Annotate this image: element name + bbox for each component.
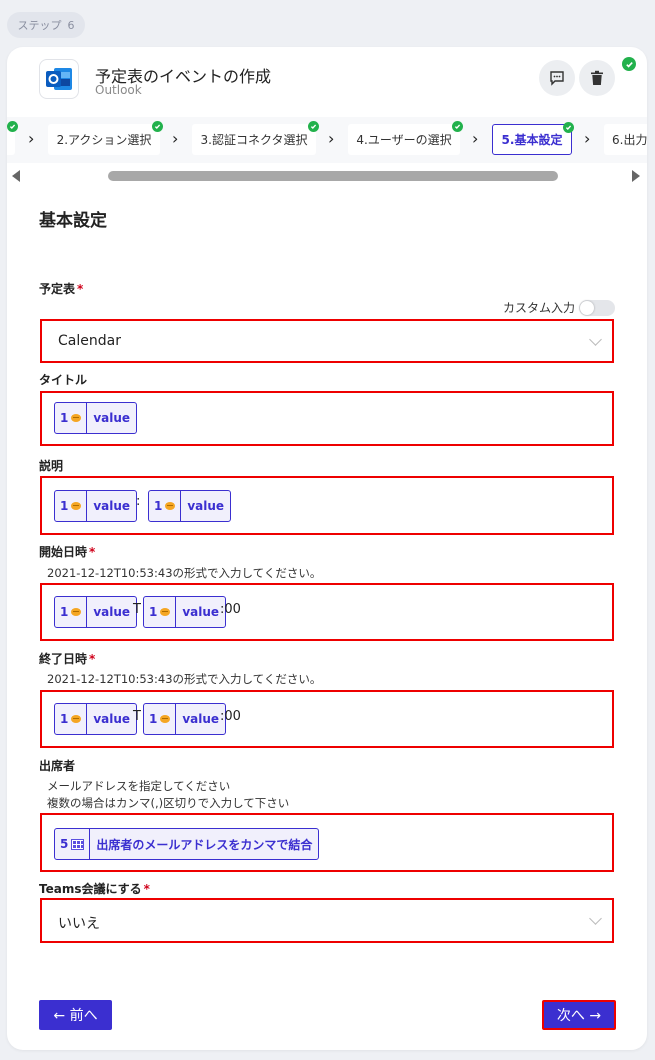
start-datetime-label: 開始日時 * — [39, 545, 96, 559]
step-done-icon — [152, 121, 163, 132]
title-label: タイトル — [39, 373, 88, 387]
chevron-right-icon: › — [172, 129, 179, 148]
coin-icon — [71, 502, 82, 510]
coin-icon — [160, 608, 171, 616]
chevron-right-icon: › — [328, 129, 335, 148]
step-done-icon — [308, 121, 319, 132]
step-done-icon — [563, 122, 574, 133]
section-title: 基本設定 — [39, 211, 107, 231]
coin-icon — [71, 414, 82, 422]
scroll-left-icon[interactable] — [12, 170, 20, 182]
step-label: 5.基本設定 — [501, 133, 563, 147]
step-action-select[interactable]: 2.アクション選択 — [48, 121, 163, 155]
end-datetime-hint: 2021-12-12T10:53:43の形式で入力してください。 — [47, 672, 322, 686]
variable-chip[interactable]: 1 value — [54, 402, 138, 434]
calendar-label: 予定表 * — [39, 282, 84, 296]
teams-meeting-label: Teams会議にする * — [39, 882, 150, 896]
chevron-down-icon — [589, 912, 602, 925]
prev-button[interactable]: ← 前へ — [39, 1000, 112, 1030]
step-done-icon — [7, 121, 18, 132]
table-icon — [71, 838, 85, 850]
step-done-icon — [452, 121, 463, 132]
action-subtitle: Outlook — [95, 83, 142, 97]
calendar-select-value: Calendar — [58, 333, 121, 349]
step-pill: ステップ 6 — [7, 12, 85, 38]
attendees-label: 出席者 — [39, 759, 76, 773]
custom-input-label: カスタム入力 — [503, 301, 576, 315]
delete-button[interactable] — [579, 60, 615, 96]
chevron-right-icon: › — [28, 129, 35, 148]
next-button[interactable]: 次へ → — [542, 1000, 616, 1030]
comment-icon — [550, 71, 564, 86]
scroll-right-icon[interactable] — [632, 170, 640, 182]
variable-chip[interactable]: 1 value — [143, 703, 227, 735]
calendar-select[interactable]: Calendar — [40, 319, 614, 363]
chevron-right-icon: › — [472, 129, 479, 148]
attendees-hint-2: 複数の場合はカンマ(,)区切りで入力して下さい — [47, 796, 290, 810]
step-label: 3.認証コネクタ選択 — [200, 133, 308, 147]
step-label: 6.出力設定 — [612, 133, 647, 147]
step-connector-select[interactable]: 3.認証コネクタ選択 — [192, 121, 319, 155]
step-1-partial[interactable] — [7, 121, 18, 155]
custom-input-toggle[interactable]: カスタム入力 — [503, 299, 616, 316]
status-check-icon — [622, 57, 636, 71]
step-scrollbar[interactable] — [7, 167, 647, 185]
teams-meeting-select[interactable]: いいえ — [40, 898, 614, 943]
attendees-input[interactable]: 5 出席者のメールアドレスをカンマで結合 — [40, 813, 614, 872]
chevron-down-icon — [589, 333, 602, 346]
step-navigation: › 2.アクション選択 › 3.認証コネクタ選択 › 4.ユーザーの選択 › 5… — [7, 117, 647, 163]
action-card: 予定表のイベントの作成 Outlook › 2.アクション選択 › 3.認証コネ… — [7, 47, 647, 1050]
step-pill-number: 6 — [67, 18, 75, 32]
comment-button[interactable] — [539, 60, 575, 96]
step-label: 4.ユーザーの選択 — [356, 133, 452, 147]
card-header: 予定表のイベントの作成 Outlook — [7, 47, 647, 117]
end-datetime-label: 終了日時 * — [39, 652, 96, 666]
description-label: 説明 — [39, 459, 64, 473]
variable-chip[interactable]: 5 出席者のメールアドレスをカンマで結合 — [54, 828, 320, 860]
coin-icon — [71, 608, 82, 616]
coin-icon — [165, 502, 176, 510]
end-datetime-input[interactable]: 1 value T 1 value :00 — [40, 690, 614, 748]
attendees-hint-1: メールアドレスを指定してください — [47, 779, 231, 793]
trash-icon — [591, 70, 603, 85]
step-basic-settings[interactable]: 5.基本設定 — [492, 122, 574, 155]
suffix-text: :00 — [220, 709, 241, 724]
variable-chip[interactable]: 1 value — [148, 490, 232, 522]
description-input[interactable]: 1 value : 1 value — [40, 476, 614, 535]
coin-icon — [71, 715, 82, 723]
step-pill-label: ステップ — [17, 19, 62, 32]
title-input[interactable]: 1 value — [40, 391, 614, 446]
chevron-right-icon: › — [584, 129, 591, 148]
separator-text: : — [136, 494, 141, 509]
outlook-logo-icon — [39, 59, 79, 99]
suffix-text: :00 — [220, 602, 241, 617]
step-label: 2.アクション選択 — [56, 133, 152, 147]
start-datetime-hint: 2021-12-12T10:53:43の形式で入力してください。 — [47, 566, 322, 580]
step-output-settings[interactable]: 6.出力設定 — [604, 124, 647, 155]
toggle-switch[interactable] — [579, 299, 616, 316]
scroll-thumb[interactable] — [108, 171, 558, 181]
start-datetime-input[interactable]: 1 value T 1 value :00 — [40, 583, 614, 641]
step-user-select[interactable]: 4.ユーザーの選択 — [348, 121, 463, 155]
separator-text: T — [133, 709, 141, 724]
variable-chip[interactable]: 1 value — [143, 596, 227, 628]
variable-chip[interactable]: 1 value — [54, 596, 138, 628]
variable-chip[interactable]: 1 value — [54, 703, 138, 735]
coin-icon — [160, 715, 171, 723]
teams-select-value: いいえ — [58, 916, 100, 932]
separator-text: T — [133, 602, 141, 617]
variable-chip[interactable]: 1 value — [54, 490, 138, 522]
